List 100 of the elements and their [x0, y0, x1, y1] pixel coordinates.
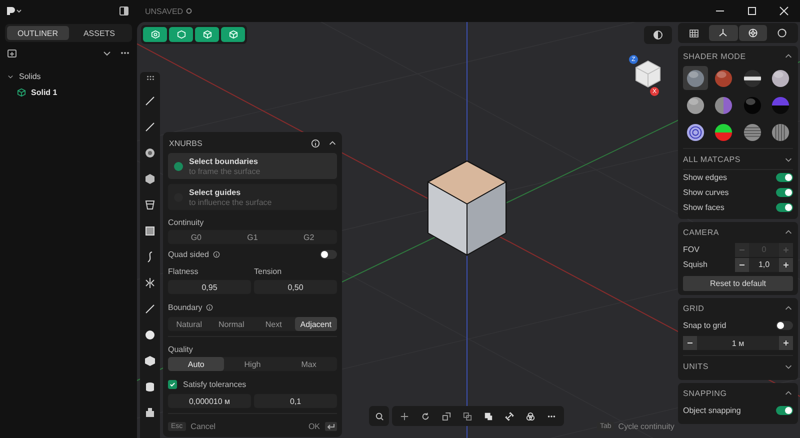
segment-option[interactable]: Adjacent — [294, 317, 337, 331]
view-cube-drawing[interactable] — [635, 60, 661, 88]
toggle-switch[interactable] — [776, 406, 793, 415]
mirror-tool-icon[interactable] — [144, 277, 156, 289]
panel-tab[interactable] — [738, 25, 767, 41]
chevron-icon[interactable] — [784, 52, 793, 60]
toggle-switch[interactable] — [776, 203, 793, 212]
hexagon-tool-icon[interactable] — [144, 173, 156, 185]
decrement-button[interactable] — [683, 336, 697, 350]
ok-button[interactable]: OK — [308, 422, 320, 430]
rotate-icon[interactable] — [421, 412, 430, 420]
field-label: Squish — [683, 260, 708, 269]
increment-button[interactable] — [779, 258, 793, 272]
minus-icon — [687, 340, 693, 346]
toggle-switch[interactable] — [776, 321, 793, 330]
increment-button[interactable] — [779, 336, 793, 350]
checkbox-label: Satisfy tolerances — [183, 380, 246, 388]
tree-item-label[interactable]: Solid 1 — [31, 88, 58, 96]
sidebar-tab[interactable]: ASSETS — [68, 26, 130, 40]
section-title: ALL MATCAPS — [683, 154, 741, 164]
field-label: Tension — [254, 267, 283, 276]
duplicate-icon[interactable] — [484, 412, 493, 420]
maximize-icon[interactable] — [747, 6, 757, 16]
half-circle-icon — [653, 30, 663, 40]
cube-view-button[interactable] — [221, 27, 245, 42]
segment-option[interactable]: Next — [252, 317, 295, 331]
section-title: SNAPPING — [683, 388, 727, 398]
circles-icon[interactable] — [526, 412, 535, 420]
scale-icon[interactable] — [442, 412, 451, 420]
move-icon[interactable] — [400, 412, 409, 420]
segment-option[interactable]: Normal — [210, 317, 252, 331]
number-field[interactable]: 0,1 — [254, 394, 337, 408]
info-icon[interactable] — [311, 138, 320, 148]
collapse-icon[interactable] — [328, 138, 337, 148]
toggle-switch[interactable] — [776, 173, 793, 182]
document-status: UNSAVED — [145, 6, 184, 16]
sidebar-toggle-icon[interactable] — [119, 6, 129, 16]
circle-tool-icon[interactable] — [144, 147, 156, 159]
close-icon[interactable] — [779, 6, 789, 16]
axes-icon — [718, 28, 728, 38]
hint-text: Cycle continuity — [618, 422, 674, 431]
info-icon[interactable] — [212, 250, 220, 258]
add-folder-icon[interactable] — [7, 48, 17, 58]
plus-icon — [783, 246, 789, 252]
tree-group-label[interactable]: Solids — [19, 72, 41, 80]
line-tool-icon[interactable] — [144, 303, 156, 315]
cylinder-tool-icon[interactable] — [144, 381, 156, 393]
section-title: SHADER MODE — [683, 52, 746, 60]
step-option[interactable]: Select boundaries to frame the surface — [168, 153, 337, 179]
line-tool-icon[interactable] — [144, 95, 156, 107]
chevron-icon[interactable] — [784, 304, 793, 312]
cube-drawing[interactable] — [427, 160, 507, 256]
disc-tool-icon[interactable] — [144, 329, 156, 341]
toggle-switch[interactable] — [320, 250, 337, 258]
minus-icon — [739, 246, 745, 252]
info-icon[interactable] — [206, 304, 214, 310]
sidebar-tab[interactable]: OUTLINER — [7, 26, 68, 40]
segment-option[interactable]: G0 — [168, 230, 224, 244]
checkbox[interactable] — [168, 380, 177, 388]
chevron-icon[interactable] — [784, 228, 793, 236]
logo-icon[interactable] — [6, 6, 22, 16]
cube-view-button[interactable] — [169, 27, 193, 42]
segment-option[interactable]: G1 — [224, 230, 281, 244]
number-stepper[interactable]: 1 м — [683, 336, 793, 350]
search-button[interactable] — [369, 406, 389, 426]
section-label: Continuity — [168, 218, 205, 227]
field-label: FOV — [683, 245, 700, 254]
panel-tab[interactable] — [709, 25, 738, 41]
contrast-button[interactable] — [644, 26, 672, 44]
step-option[interactable]: Select guides to influence the surface — [168, 184, 337, 210]
chevron-icon[interactable] — [7, 72, 14, 80]
segment-option[interactable]: High — [224, 357, 281, 371]
segment-option[interactable]: Max — [280, 357, 337, 371]
matcap-option[interactable] — [683, 66, 708, 90]
cup-tool-icon[interactable] — [144, 199, 156, 211]
circle-icon — [776, 28, 787, 38]
stepper-value: 1 м — [730, 338, 746, 348]
cancel-button[interactable]: Cancel — [190, 422, 216, 430]
panel-title: XNURBS — [169, 138, 202, 148]
number-field[interactable]: 0,000010 м — [168, 394, 251, 408]
drag-handle-icon[interactable] — [146, 75, 154, 81]
number-stepper[interactable]: 1,0 — [735, 258, 793, 272]
reset-button[interactable]: Reset to default — [683, 276, 793, 291]
number-field[interactable]: 0,50 — [254, 280, 337, 294]
cube-view-button[interactable] — [195, 27, 219, 42]
section-title: GRID — [683, 304, 704, 312]
segment-option[interactable]: Auto — [168, 357, 224, 371]
segment-option[interactable]: G2 — [280, 230, 337, 244]
enter-key-icon — [325, 422, 337, 430]
toggle-label: Show edges — [683, 173, 728, 182]
toggle-switch[interactable] — [776, 188, 793, 197]
copy-icon[interactable] — [463, 412, 472, 420]
line-tool-icon[interactable] — [144, 121, 156, 133]
number-field[interactable]: 0,95 — [168, 280, 251, 294]
segment-option[interactable]: Natural — [168, 317, 210, 331]
decrement-button[interactable] — [735, 258, 749, 272]
cube-view-button[interactable] — [143, 27, 167, 42]
square-tool-icon[interactable] — [144, 225, 156, 237]
search-icon — [374, 412, 384, 420]
chevron-icon[interactable] — [784, 388, 793, 398]
